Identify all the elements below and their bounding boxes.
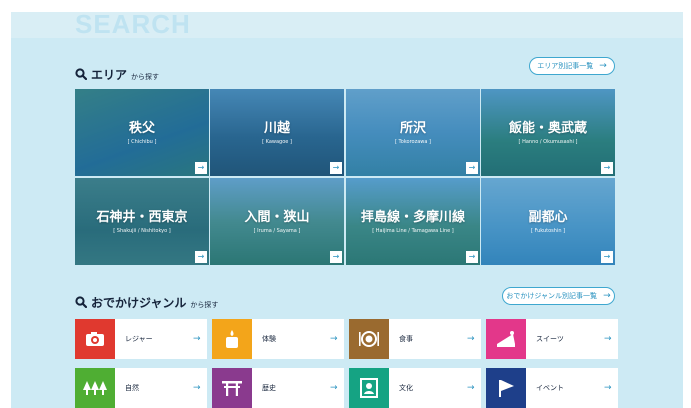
arrow-right-icon: → — [604, 383, 612, 393]
flag-icon — [486, 368, 526, 408]
arrow-right-icon: → — [195, 251, 207, 263]
genre-label: 文化 — [399, 384, 413, 392]
arrow-right-icon: → — [193, 383, 201, 393]
genre-label: スイーツ — [536, 335, 564, 343]
arrow-right-icon: → — [466, 251, 478, 263]
area-tile-kawagoe[interactable]: 川越 [ Kawagoe ] → — [210, 89, 344, 176]
area-tile-roman: [ Iruma / Sayama ] — [253, 227, 301, 234]
area-tile-roman: [ Chichibu ] — [127, 138, 157, 145]
genre-label: 食事 — [399, 335, 413, 343]
page-title: SEARCH — [75, 9, 191, 39]
area-tile-name: 拝島線・多摩川線 — [360, 209, 465, 225]
genre-heading-sub: から探す — [190, 301, 219, 309]
area-all-articles-button[interactable]: エリア別記事一覧 → — [529, 57, 615, 75]
genre-label: 歴史 — [262, 384, 276, 392]
genre-item-leisure[interactable]: レジャー → — [75, 319, 207, 359]
genre-heading-main: おでかけジャンル — [91, 296, 187, 310]
trees-icon — [75, 368, 115, 408]
arrow-right-icon: → — [195, 162, 207, 174]
arrow-right-icon: → — [466, 162, 478, 174]
area-tile-roman: [ Haijima Line / Tamagawa Line ] — [372, 227, 454, 234]
arrow-right-icon: → — [330, 383, 338, 393]
area-heading-main: エリア — [91, 68, 128, 82]
genre-label: レジャー — [125, 335, 153, 343]
area-tile-roman: [ Tokorozawa ] — [395, 138, 431, 145]
area-tile-name: 所沢 — [399, 120, 426, 136]
genre-label: イベント — [536, 384, 564, 392]
arrow-right-icon: → — [330, 334, 338, 344]
area-tile-name: 飯能・奥武蔵 — [508, 120, 587, 136]
arrow-right-icon: → — [604, 334, 612, 344]
genre-item-experience[interactable]: 体験 → — [212, 319, 344, 359]
area-tile-roman: [ Kawagoe ] — [262, 138, 292, 145]
arrow-right-icon: → — [330, 251, 342, 263]
genre-item-history[interactable]: 歴史 → — [212, 368, 344, 408]
area-tile-roman: [ Shakujii / Nishitokyo ] — [113, 227, 171, 234]
area-tile-tokorozawa[interactable]: 所沢 [ Tokorozawa ] → — [346, 89, 480, 176]
portrait-icon — [349, 368, 389, 408]
camera-icon — [75, 319, 115, 359]
genre-label: 体験 — [262, 335, 276, 343]
area-heading: エリア から探す — [75, 66, 159, 83]
search-icon — [75, 296, 87, 308]
area-tile-roman: [ Fukutoshin ] — [530, 227, 566, 234]
plate-icon — [349, 319, 389, 359]
cake-icon — [486, 319, 526, 359]
area-tile-chichibu[interactable]: 秩父 [ Chichibu ] → — [75, 89, 209, 176]
genre-item-food[interactable]: 食事 → — [349, 319, 481, 359]
area-tile-hanno-okumusashi[interactable]: 飯能・奥武蔵 [ Hanno / Okumusashi ] → — [481, 89, 615, 176]
genre-item-sweets[interactable]: スイーツ → — [486, 319, 618, 359]
area-tile-fukutoshin[interactable]: 副都心 [ Fukutoshin ] → — [481, 178, 615, 265]
arrow-right-icon: → — [603, 291, 611, 301]
area-all-articles-label: エリア別記事一覧 — [537, 62, 594, 70]
area-tile-grid: 秩父 [ Chichibu ] → 川越 [ Kawagoe ] → 所沢 [ … — [75, 89, 616, 266]
area-heading-sub: から探す — [131, 73, 160, 81]
area-tile-name: 副都心 — [528, 209, 568, 225]
torii-icon — [212, 368, 252, 408]
arrow-right-icon: → — [601, 162, 613, 174]
genre-all-articles-button[interactable]: おでかけジャンル別記事一覧 → — [502, 287, 615, 305]
area-tile-iruma-sayama[interactable]: 入間・狭山 [ Iruma / Sayama ] → — [210, 178, 344, 265]
area-tile-roman: [ Hanno / Okumusashi ] — [518, 138, 578, 145]
arrow-right-icon: → — [330, 162, 342, 174]
genre-label: 自然 — [125, 384, 139, 392]
area-tile-shakujii-nishitokyo[interactable]: 石神井・西東京 [ Shakujii / Nishitokyo ] → — [75, 178, 209, 265]
genre-heading: おでかけジャンル から探す — [75, 294, 218, 311]
arrow-right-icon: → — [467, 334, 475, 344]
arrow-right-icon: → — [193, 334, 201, 344]
area-tile-name: 入間・狭山 — [244, 209, 310, 225]
area-tile-name: 秩父 — [128, 120, 155, 136]
genre-all-articles-label: おでかけジャンル別記事一覧 — [506, 292, 598, 300]
area-tile-haijima-tamagawa[interactable]: 拝島線・多摩川線 [ Haijima Line / Tamagawa Line … — [346, 178, 480, 265]
genre-item-event[interactable]: イベント → — [486, 368, 618, 408]
arrow-right-icon: → — [599, 61, 607, 71]
area-tile-name: 石神井・西東京 — [96, 209, 188, 225]
genre-item-nature[interactable]: 自然 → — [75, 368, 207, 408]
genre-item-culture[interactable]: 文化 → — [349, 368, 481, 408]
arrow-right-icon: → — [601, 251, 613, 263]
candle-icon — [212, 319, 252, 359]
area-tile-name: 川越 — [263, 120, 290, 136]
arrow-right-icon: → — [467, 383, 475, 393]
search-icon — [75, 68, 87, 80]
genre-grid: レジャー → 体験 → 食事 → スイーツ → 自然 → 歴史 → 文化 → イ… — [75, 319, 618, 408]
